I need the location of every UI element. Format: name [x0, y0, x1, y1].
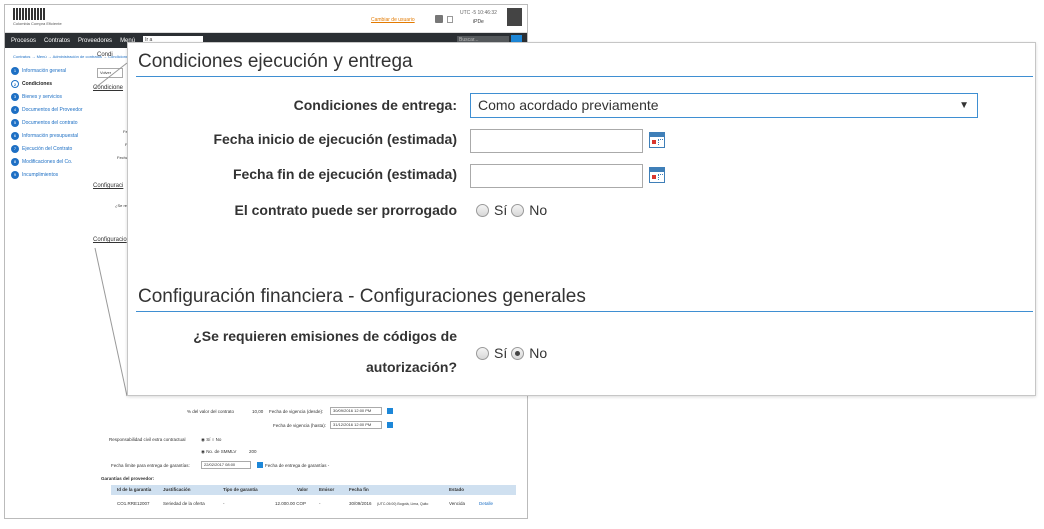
- steps-sidebar: 1 Información general 2 Condiciones 3 Biene…: [11, 65, 89, 182]
- vig-hasta-label: Fecha de vigencia (hasta):: [273, 423, 327, 428]
- avatar[interactable]: [507, 8, 522, 26]
- calendar-icon[interactable]: [649, 167, 665, 183]
- section-configuracion-2: Configuracio: [93, 237, 127, 243]
- pct-value: 10,00: [252, 409, 264, 414]
- top-header: Colombia Compra Eficiente Cambiar de usu…: [5, 5, 527, 33]
- vig-desde-label: Fecha de vigencia (desde):: [269, 409, 324, 414]
- page-title: Condi: [97, 52, 113, 58]
- emisiones-label-line2: autorización?: [365, 359, 457, 375]
- step-5[interactable]: 5 Documentos del contrato: [11, 117, 89, 128]
- calendar-icon[interactable]: [387, 422, 393, 428]
- emisiones-si-radio[interactable]: [476, 346, 489, 360]
- emisiones-label-line1: ¿Se requieren emisiones de códigos de: [193, 328, 457, 344]
- inicio-label: Fecha inicio de ejecución (estimada): [213, 131, 457, 147]
- garantias-title: Garantías del proveedor:: [101, 476, 155, 481]
- step-2[interactable]: 2 Condiciones: [11, 78, 89, 89]
- resp-options[interactable]: ◉ Sí ○ No: [201, 437, 221, 443]
- step-4[interactable]: 4 Documentos del Proveedor: [11, 104, 89, 115]
- detalle-link[interactable]: Detalle: [479, 501, 493, 506]
- step-1[interactable]: 1 Información general: [11, 65, 89, 76]
- limite-field[interactable]: 22/02/2017 08:00: [201, 461, 251, 469]
- limite-label: Fecha límite para entrega de garantías:: [111, 463, 190, 468]
- fin-label: Fecha fin de ejecución (estimada): [232, 166, 457, 182]
- logo-text: Colombia Compra Eficiente: [13, 21, 62, 26]
- step-9[interactable]: 9 Incumplimientos: [11, 169, 89, 180]
- resp-label: Responsabilidad civil extra contractual: [109, 437, 186, 442]
- prorrogado-label: El contrato puede ser prorrogado: [234, 202, 457, 218]
- utc-clock: UTC -5 10:46:32: [460, 10, 497, 16]
- prorrogado-no-radio[interactable]: [511, 203, 525, 217]
- notifications-icon[interactable]: [435, 15, 443, 23]
- section-title-condiciones: Condiciones ejecución y entrega: [138, 51, 413, 72]
- back-button[interactable]: Volver: [97, 68, 123, 78]
- nav-proveedores[interactable]: Proveedores: [78, 38, 112, 44]
- step-7[interactable]: 7 Ejecución del Contrato: [11, 143, 89, 154]
- section-divider: [136, 76, 1033, 77]
- inicio-date-input[interactable]: [470, 129, 643, 153]
- pct-label: % del valor del contrato: [187, 409, 235, 414]
- nav-procesos[interactable]: Procesos: [11, 38, 36, 44]
- smmlv-label: ◉ No. de SMMLV: [201, 449, 237, 454]
- calendar-icon[interactable]: [649, 132, 665, 148]
- logo: Colombia Compra Eficiente: [13, 8, 62, 26]
- calendar-icon[interactable]: [257, 462, 263, 468]
- document-icon[interactable]: [447, 16, 453, 23]
- fin-date-input[interactable]: [470, 164, 643, 188]
- change-user-link[interactable]: Cambiar de usuario: [371, 17, 415, 23]
- step-8[interactable]: 8 Modificaciones del Co.: [11, 156, 89, 167]
- garantias-table-header: Id de la garantía Justificación Tipo de …: [111, 485, 516, 495]
- emisiones-radio-group: Sí No: [476, 345, 551, 361]
- section-configuracion: Configuraci: [93, 183, 124, 189]
- prorrogado-radio-group: Sí No: [476, 202, 551, 218]
- section-divider: [136, 311, 1033, 312]
- entrega-label: Fecha de entrega de garantías -: [265, 463, 330, 468]
- step-6[interactable]: 6 Información presupuestal: [11, 130, 89, 141]
- prorrogado-si-radio[interactable]: [476, 203, 489, 217]
- zoom-panel: Condiciones ejecución y entrega Condicio…: [127, 42, 1036, 396]
- vig-hasta-field[interactable]: 31/12/2016 12:00 PM: [330, 421, 382, 429]
- section-condiciones: Condicione: [93, 85, 124, 91]
- entrega-select[interactable]: Como acordado previamente ▼: [470, 93, 978, 118]
- calendar-icon[interactable]: [387, 408, 393, 414]
- section-title-configuracion: Configuración financiera - Configuracion…: [138, 286, 586, 307]
- step-3[interactable]: 3 Bienes y servicios: [11, 91, 89, 102]
- entrega-label: Condiciones de entrega:: [293, 97, 457, 113]
- table-row: CO1.RRE12007 Seriedad de la oferta - 12.…: [117, 501, 494, 506]
- nav-contratos[interactable]: Contratos: [44, 38, 70, 44]
- user-menu[interactable]: iPDe: [473, 19, 484, 25]
- dropdown-arrow-icon: ▼: [959, 100, 969, 111]
- smmlv-value: 200: [249, 449, 257, 454]
- emisiones-no-radio[interactable]: [511, 346, 525, 360]
- vig-desde-field[interactable]: 30/09/2016 12:00 PM: [330, 407, 382, 415]
